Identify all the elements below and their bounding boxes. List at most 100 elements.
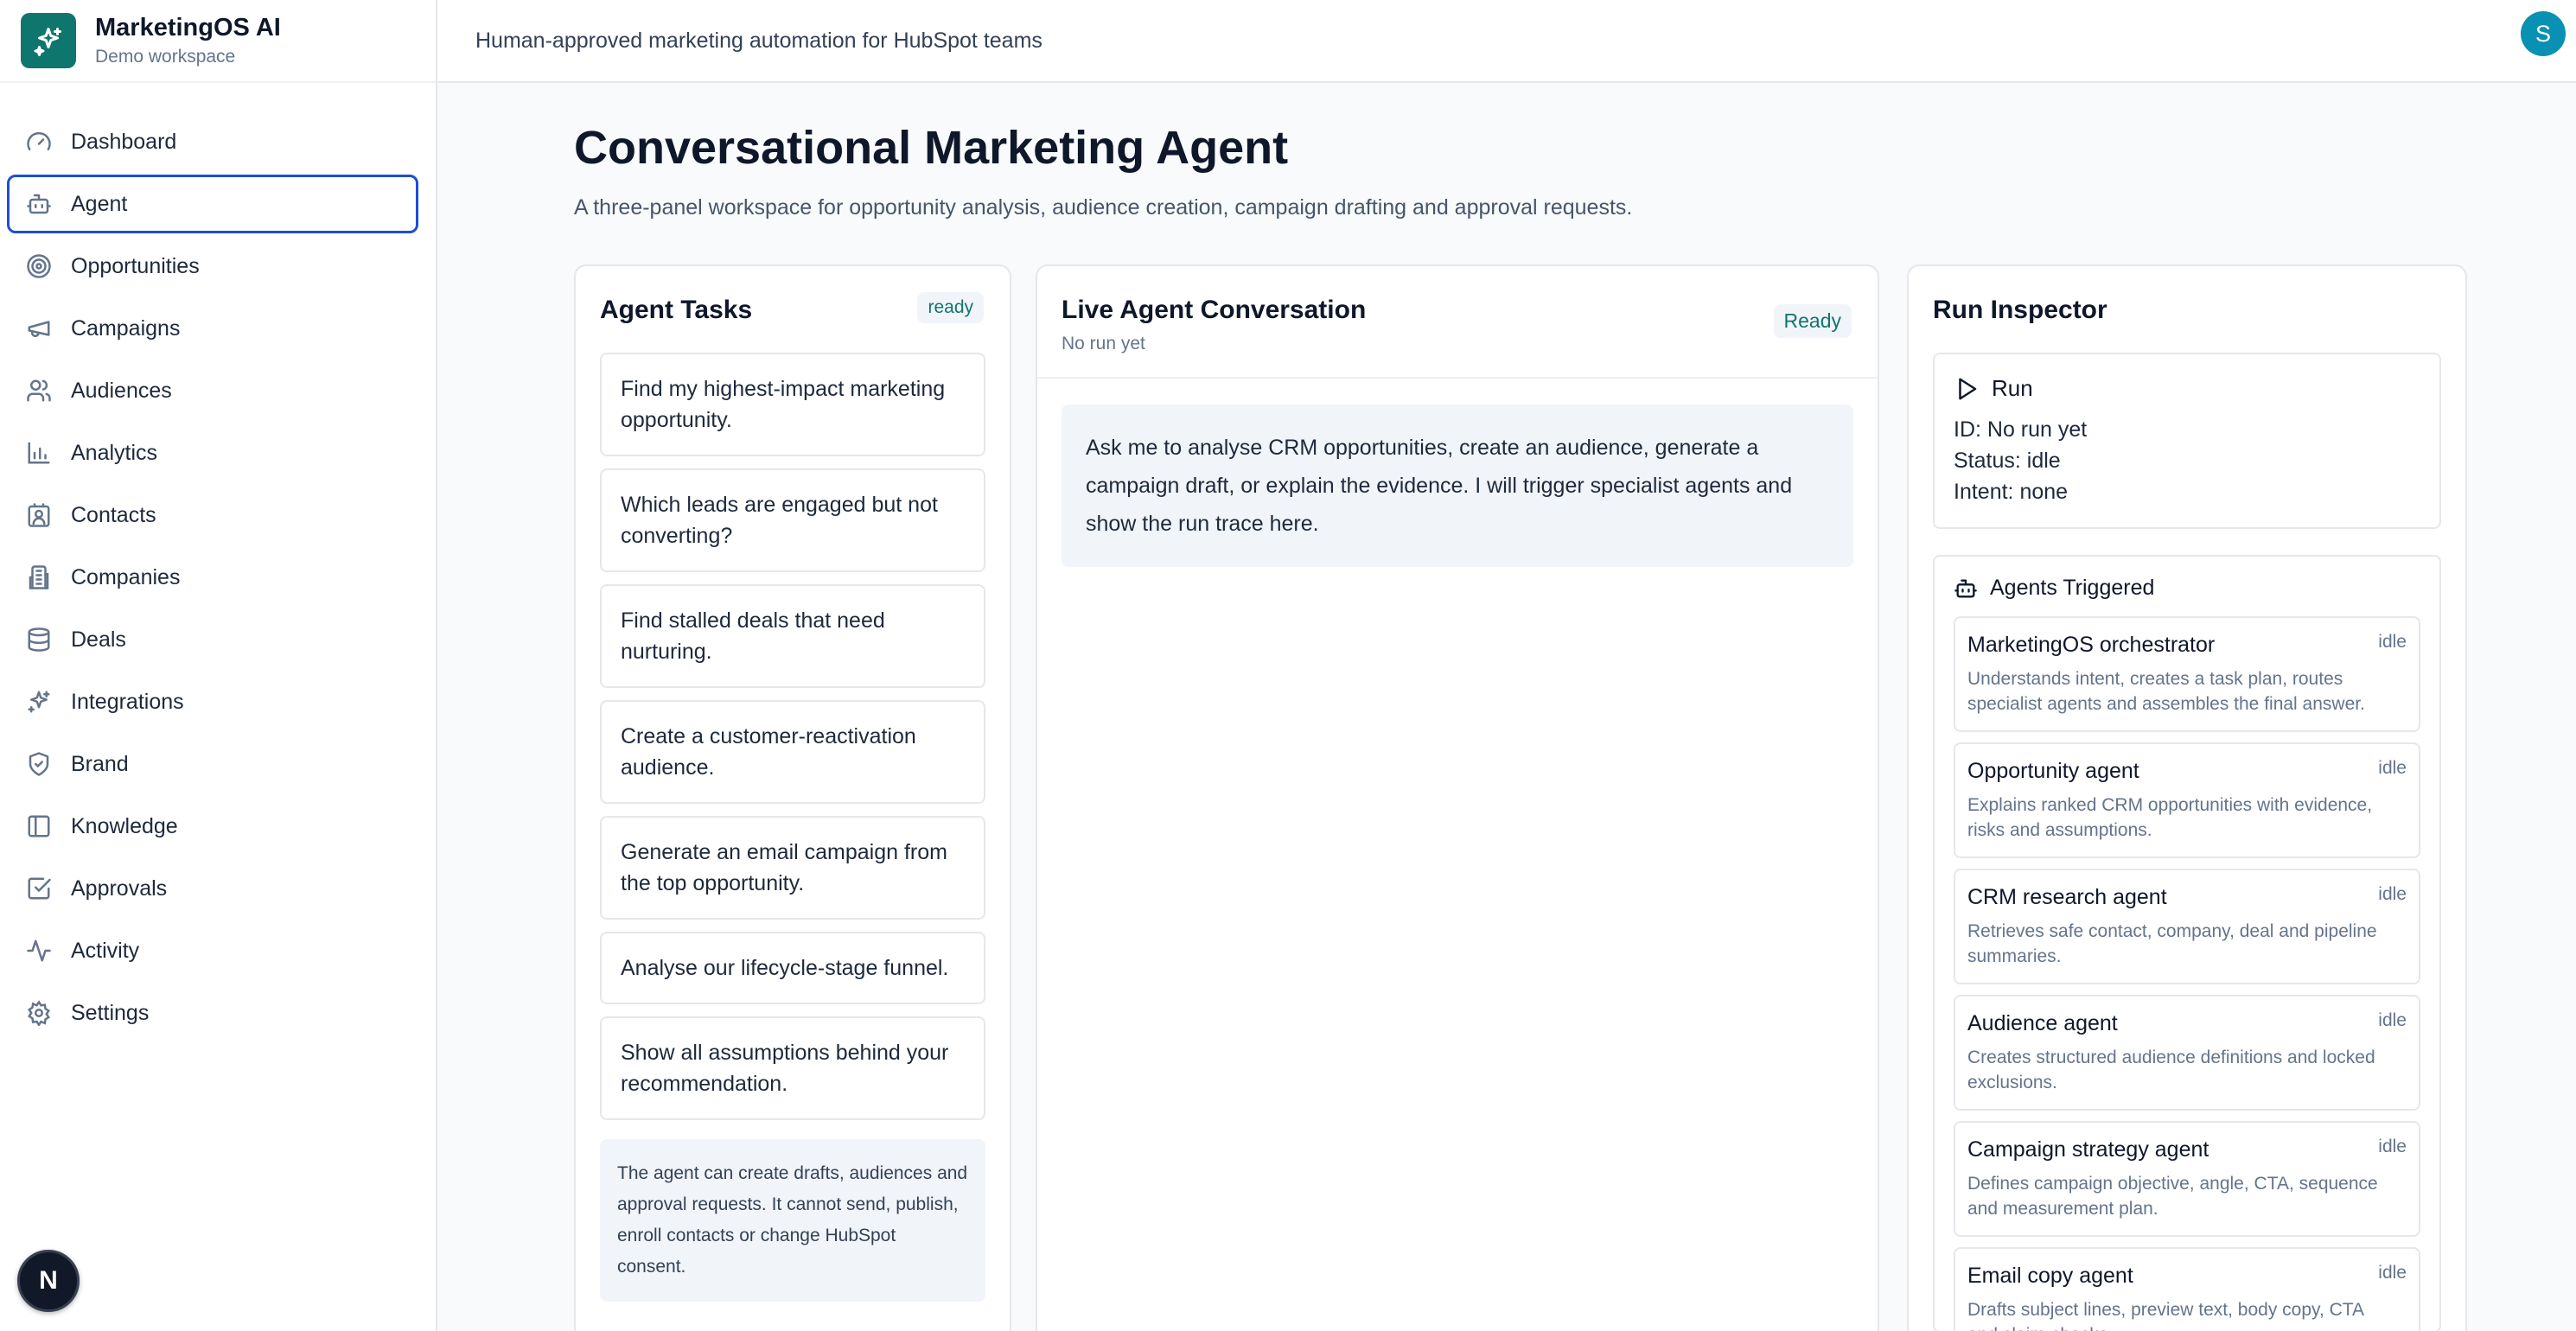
sidebar-item-integrations[interactable]: Integrations [7, 672, 418, 731]
sidebar-item-audiences[interactable]: Audiences [7, 361, 418, 420]
shield-icon [29, 752, 49, 776]
contact-icon [28, 503, 50, 527]
play-icon [1959, 378, 1977, 399]
agent-description: Retrieves safe contact, company, deal an… [1967, 921, 2377, 966]
sidebar-item-label: Settings [71, 1000, 150, 1025]
assistant-message: Ask me to analyse CRM opportunities, cre… [1062, 404, 1853, 567]
sidebar-item-label: Brand [71, 751, 129, 776]
agent-card: CRM research agent idle Retrieves safe c… [1954, 869, 2420, 984]
sidebar-item-knowledge[interactable]: Knowledge [7, 797, 418, 856]
dev-tools-badge[interactable]: N [17, 1250, 80, 1312]
sidebar-item-approvals[interactable]: Approvals [7, 859, 418, 918]
agent-state: idle [2378, 1263, 2407, 1283]
sidebar-item-opportunities[interactable]: Opportunities [7, 237, 418, 296]
run-inspector-title: Run Inspector [1933, 296, 2107, 324]
database-icon [28, 627, 50, 652]
agent-name: CRM research agent [1967, 885, 2167, 909]
sparkles-icon [28, 691, 50, 713]
app-name: MarketingOS AI [95, 14, 281, 41]
agent-name: Audience agent [1967, 1011, 2118, 1035]
sidebar-item-label: Contacts [71, 502, 156, 527]
sidebar-nav: Dashboard Agent Opportunities Campaigns … [0, 83, 436, 1042]
run-label: No run yet [1062, 334, 1145, 353]
sidebar-item-brand[interactable]: Brand [7, 735, 418, 793]
sidebar-item-label: Dashboard [71, 129, 177, 154]
conversation-title: Live Agent Conversation [1062, 296, 1367, 324]
agent-description: Creates structured audience definitions … [1967, 1048, 2375, 1092]
bot-icon [27, 194, 51, 214]
sidebar-item-label: Knowledge [71, 813, 178, 838]
brand-header[interactable]: MarketingOS AI Demo workspace [0, 0, 436, 83]
run-inspector-panel: Run Inspector Run ID: No run yet Status:… [1907, 264, 2467, 1331]
check-square-icon [28, 877, 51, 900]
app-tagline: Human-approved marketing automation for … [475, 28, 1043, 53]
sidebar-item-label: Agent [71, 191, 128, 216]
sidebar-item-dashboard[interactable]: Dashboard [7, 112, 418, 171]
sidebar-item-label: Activity [71, 938, 140, 963]
agent-state: idle [2378, 884, 2407, 904]
sidebar-item-activity[interactable]: Activity [7, 921, 418, 980]
sidebar-item-label: Integrations [71, 689, 184, 714]
task-item[interactable]: Create a customer-reactivation audience. [600, 700, 985, 804]
gauge-icon [27, 131, 51, 150]
avatar[interactable]: S [2521, 11, 2566, 56]
sidebar-item-contacts[interactable]: Contacts [7, 486, 418, 544]
task-item[interactable]: Show all assumptions behind your recomme… [600, 1016, 985, 1120]
agent-card: Opportunity agent idle Explains ranked C… [1954, 742, 2420, 858]
agent-state: idle [2378, 1137, 2407, 1156]
task-item[interactable]: Generate an email campaign from the top … [600, 816, 985, 920]
agent-permissions-note: The agent can create drafts, audiences a… [600, 1139, 985, 1302]
sidebar-item-settings[interactable]: Settings [7, 984, 418, 1042]
agent-state: idle [2378, 758, 2407, 778]
agent-card: Email copy agent idle Drafts subject lin… [1954, 1247, 2420, 1331]
sidebar-item-companies[interactable]: Companies [7, 548, 418, 607]
run-summary: Run ID: No run yet Status: idle Intent: … [1933, 353, 2441, 529]
run-label: Run [1992, 375, 2033, 401]
page-subtitle: A three-panel workspace for opportunity … [574, 195, 1633, 220]
book-icon [28, 815, 50, 837]
sidebar-item-label: Approvals [71, 876, 168, 901]
users-icon [27, 379, 51, 402]
target-icon [27, 254, 51, 278]
topbar: Human-approved marketing automation for … [437, 0, 2576, 83]
run-status: Status: idle [1954, 449, 2061, 473]
run-intent: Intent: none [1954, 480, 2069, 504]
agent-description: Defines campaign objective, angle, CTA, … [1967, 1174, 2378, 1219]
agent-name: Email copy agent [1967, 1264, 2133, 1288]
sidebar-item-analytics[interactable]: Analytics [7, 424, 418, 482]
sidebar-item-agent[interactable]: Agent [7, 175, 418, 233]
agent-card: Audience agent idle Creates structured a… [1954, 995, 2420, 1111]
agent-card: MarketingOS orchestrator idle Understand… [1954, 616, 2420, 732]
agents-triggered-title: Agents Triggered [1990, 576, 2155, 600]
sidebar-item-deals[interactable]: Deals [7, 610, 418, 669]
sidebar-item-label: Deals [71, 627, 126, 652]
conversation-status-badge: Ready [1773, 304, 1852, 338]
task-item[interactable]: Find my highest-impact marketing opportu… [600, 353, 985, 456]
sidebar: MarketingOS AI Demo workspace Dashboard … [0, 0, 437, 1331]
bot-icon [1954, 579, 1977, 597]
task-item[interactable]: Analyse our lifecycle-stage funnel. [600, 932, 985, 1004]
building-icon [29, 565, 49, 589]
sidebar-item-label: Analytics [71, 440, 158, 465]
gear-icon [28, 1000, 50, 1026]
agents-triggered: Agents Triggered MarketingOS orchestrato… [1933, 555, 2441, 1331]
status-badge: ready [917, 292, 984, 323]
task-list: Find my highest-impact marketing opportu… [576, 353, 1010, 1120]
agent-description: Understands intent, creates a task plan,… [1967, 669, 2365, 714]
activity-icon [27, 939, 51, 962]
agent-name: Campaign strategy agent [1967, 1137, 2209, 1162]
page-title: Conversational Marketing Agent [574, 122, 1289, 174]
agent-description: Drafts subject lines, preview text, body… [1967, 1300, 2363, 1331]
sidebar-item-campaigns[interactable]: Campaigns [7, 299, 418, 358]
sidebar-item-label: Companies [71, 564, 181, 589]
sidebar-item-label: Audiences [71, 378, 172, 403]
agent-name: Opportunity agent [1967, 759, 2139, 783]
sparkles-logo-icon [21, 13, 76, 68]
agent-state: idle [2378, 1010, 2407, 1030]
task-item[interactable]: Find stalled deals that need nurturing. [600, 584, 985, 688]
sidebar-item-label: Campaigns [71, 315, 181, 341]
task-item[interactable]: Which leads are engaged but not converti… [600, 468, 985, 572]
agent-card: Campaign strategy agent idle Defines cam… [1954, 1121, 2420, 1237]
agent-state: idle [2378, 632, 2407, 652]
bar-chart-icon [28, 442, 50, 464]
